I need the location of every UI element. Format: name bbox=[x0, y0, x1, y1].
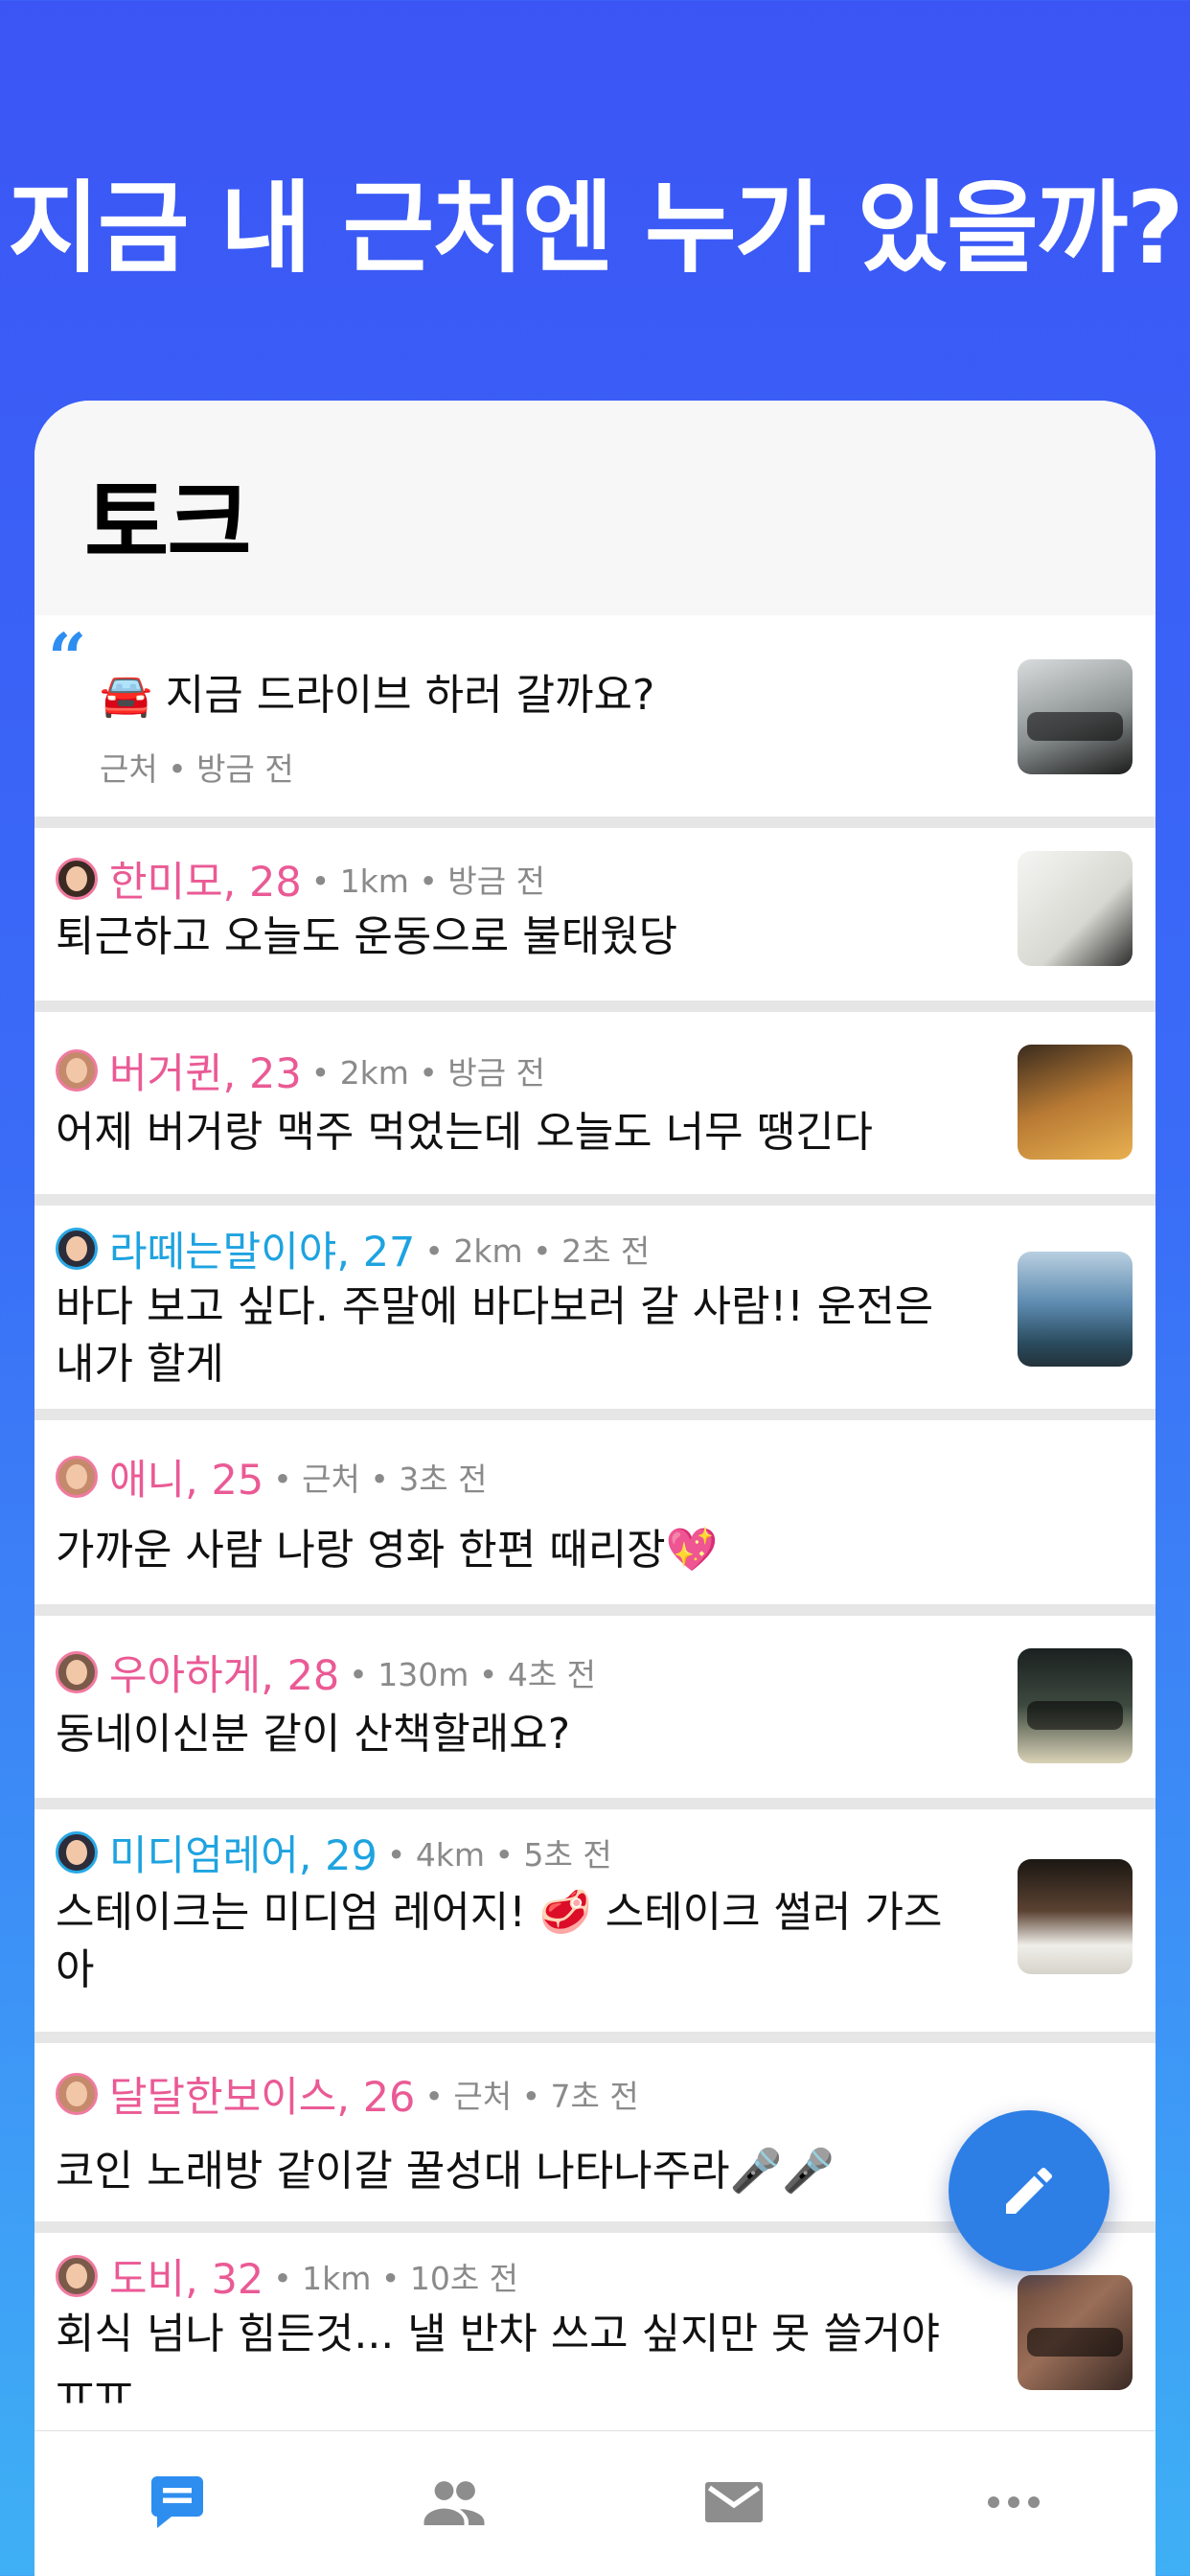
more-icon bbox=[988, 2496, 1040, 2508]
post-text: 가까운 사람 나랑 영화 한편 때리장💖 bbox=[56, 1526, 719, 1575]
headline: 지금 내 근처엔 누가 있을까? bbox=[8, 170, 1184, 287]
list-item[interactable]: 한미모, 28 • 1km • 방금 전 퇴근하고 오늘도 운동으로 불태웠당 bbox=[34, 828, 1156, 1000]
pinned-post[interactable]: “ 🚘 지금 드라이브 하러 갈까요? 근처 • 방금 전 bbox=[34, 615, 1156, 816]
avatar[interactable] bbox=[56, 1228, 98, 1270]
tab-bar bbox=[34, 2430, 1156, 2576]
tab-talk[interactable] bbox=[142, 2464, 218, 2541]
list-item[interactable]: 우아하게, 28 • 130m • 4초 전 동네이신분 같이 산책할래요? bbox=[34, 1616, 1156, 1798]
pinned-post-text: 🚘 지금 드라이브 하러 갈까요? bbox=[100, 671, 655, 720]
post-meta: 달달한보이스, 26 • 근처 • 7초 전 bbox=[56, 2064, 639, 2124]
post-text: 스테이크는 미디엄 레어지! 🥩 스테이크 썰러 가즈아 bbox=[56, 1888, 943, 1994]
post-photo[interactable] bbox=[1018, 1252, 1133, 1367]
avatar[interactable] bbox=[56, 1831, 98, 1874]
tab-more[interactable] bbox=[975, 2464, 1052, 2541]
avatar[interactable] bbox=[56, 1049, 98, 1092]
tab-messages[interactable] bbox=[696, 2464, 772, 2541]
post-text: 퇴근하고 오늘도 운동으로 불태웠당 bbox=[56, 912, 678, 961]
tab-people[interactable] bbox=[416, 2464, 492, 2541]
user-name[interactable]: 달달한보이스, 26 bbox=[109, 2064, 415, 2124]
avatar[interactable] bbox=[56, 1456, 98, 1498]
list-item[interactable]: 애니, 25 • 근처 • 3초 전 가까운 사람 나랑 영화 한편 때리장💖 bbox=[34, 1420, 1156, 1604]
post-photo[interactable] bbox=[1018, 851, 1133, 966]
post-distance-time: • 2km • 방금 전 bbox=[310, 1054, 545, 1092]
user-name[interactable]: 라떼는말이야, 27 bbox=[109, 1219, 415, 1278]
user-name[interactable]: 도비, 32 bbox=[109, 2246, 263, 2306]
quote-icon: “ bbox=[48, 618, 87, 698]
avatar[interactable] bbox=[56, 858, 98, 900]
post-meta: 미디엄레어, 29 • 4km • 5초 전 bbox=[56, 1823, 612, 1882]
post-photo[interactable] bbox=[1018, 1859, 1133, 1974]
post-meta: 애니, 25 • 근처 • 3초 전 bbox=[56, 1447, 488, 1506]
post-text: 코인 노래방 같이갈 꿀성대 나타나주라🎤🎤 bbox=[56, 2147, 835, 2196]
post-meta: 우아하게, 28 • 130m • 4초 전 bbox=[56, 1643, 596, 1702]
post-meta: 버거퀸, 23 • 2km • 방금 전 bbox=[56, 1041, 545, 1100]
post-text: 바다 보고 싶다. 주말에 바다보러 갈 사람!! 운전은 내가 할게 bbox=[56, 1282, 934, 1389]
avatar[interactable] bbox=[56, 2073, 98, 2115]
post-photo[interactable] bbox=[1018, 2275, 1133, 2390]
post-photo[interactable] bbox=[1018, 1648, 1133, 1763]
compose-button[interactable] bbox=[949, 2110, 1110, 2271]
post-text: 어제 버거랑 맥주 먹었는데 오늘도 너무 땡긴다 bbox=[56, 1108, 874, 1157]
avatar[interactable] bbox=[56, 1651, 98, 1693]
chat-icon bbox=[151, 2476, 203, 2528]
people-icon bbox=[423, 2481, 485, 2525]
post-photo[interactable] bbox=[1018, 1045, 1133, 1160]
mail-icon bbox=[705, 2482, 763, 2522]
nav-header: 토크 bbox=[34, 401, 1156, 615]
post-distance-time: • 2km • 2초 전 bbox=[424, 1232, 651, 1270]
post-photo[interactable] bbox=[1018, 659, 1133, 774]
avatar[interactable] bbox=[56, 2255, 98, 2297]
list-item[interactable]: 버거퀸, 23 • 2km • 방금 전 어제 버거랑 맥주 먹었는데 오늘도 … bbox=[34, 1012, 1156, 1194]
post-distance-time: • 1km • 10초 전 bbox=[273, 2260, 519, 2297]
list-item[interactable]: 미디엄레어, 29 • 4km • 5초 전 스테이크는 미디엄 레어지! 🥩 … bbox=[34, 1809, 1156, 2032]
user-name[interactable]: 애니, 25 bbox=[109, 1447, 263, 1506]
post-distance-time: • 130m • 4초 전 bbox=[349, 1656, 597, 1693]
post-meta: 도비, 32 • 1km • 10초 전 bbox=[56, 2246, 518, 2306]
list-item[interactable]: 라떼는말이야, 27 • 2km • 2초 전 바다 보고 싶다. 주말에 바다… bbox=[34, 1206, 1156, 1409]
user-name[interactable]: 한미모, 28 bbox=[109, 849, 302, 908]
pencil-icon bbox=[1006, 2167, 1053, 2214]
pinned-post-meta: 근처 • 방금 전 bbox=[100, 750, 294, 788]
page-title: 토크 bbox=[84, 470, 252, 577]
post-meta: 한미모, 28 • 1km • 방금 전 bbox=[56, 849, 545, 908]
post-meta: 라떼는말이야, 27 • 2km • 2초 전 bbox=[56, 1219, 650, 1278]
post-distance-time: • 4km • 5초 전 bbox=[386, 1836, 612, 1874]
user-name[interactable]: 미디엄레어, 29 bbox=[109, 1823, 378, 1882]
post-text: 회식 넘나 힘든것... 낼 반차 쓰고 싶지만 못 쓸거야 ㅠㅠ bbox=[56, 2310, 940, 2416]
post-distance-time: • 1km • 방금 전 bbox=[310, 862, 545, 900]
post-distance-time: • 근처 • 7초 전 bbox=[424, 2078, 639, 2115]
user-name[interactable]: 우아하게, 28 bbox=[109, 1643, 339, 1702]
post-distance-time: • 근처 • 3초 전 bbox=[273, 1460, 488, 1498]
post-text: 동네이신분 같이 산책할래요? bbox=[56, 1710, 571, 1759]
user-name[interactable]: 버거퀸, 23 bbox=[109, 1041, 302, 1100]
